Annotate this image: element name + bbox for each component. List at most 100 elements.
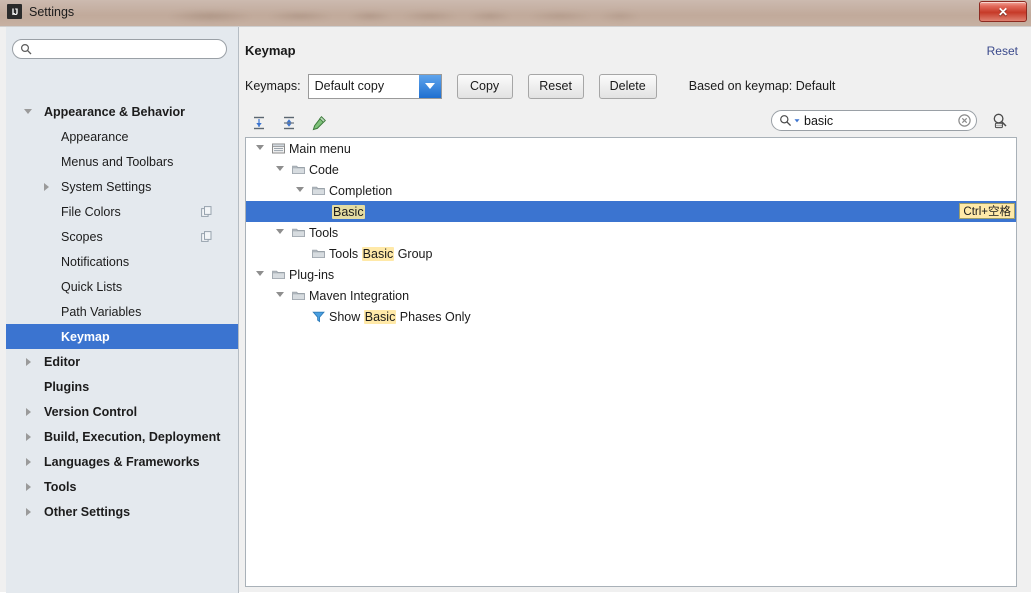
keymap-select[interactable]: Default copy: [308, 74, 442, 99]
sidebar-item-label: Languages & Frameworks: [24, 455, 200, 469]
sidebar-item-editor[interactable]: Editor: [6, 349, 238, 374]
chevron-down-icon[interactable]: [256, 145, 264, 150]
search-match-highlight: Basic: [362, 247, 395, 261]
copy-icon[interactable]: [201, 231, 212, 242]
delete-button[interactable]: Delete: [599, 74, 657, 99]
tree-row[interactable]: Code: [246, 159, 1016, 180]
sidebar-item-label: Build, Execution, Deployment: [24, 430, 220, 444]
chevron-right-icon[interactable]: [26, 508, 31, 516]
chevron-right-icon[interactable]: [26, 358, 31, 366]
chevron-right-icon[interactable]: [44, 183, 49, 191]
sidebar-item-label: Quick Lists: [24, 280, 122, 294]
sidebar-item-label: Appearance: [24, 130, 128, 144]
close-icon[interactable]: ✕: [979, 1, 1027, 22]
folder-icon: [312, 184, 325, 197]
tree-row[interactable]: Plug-ins: [246, 264, 1016, 285]
tree-row[interactable]: Tools Basic Group: [246, 243, 1016, 264]
keymap-search-input[interactable]: [771, 110, 977, 131]
search-match-highlight: Basic: [332, 205, 365, 219]
reset-button[interactable]: Reset: [528, 74, 584, 99]
search-match-highlight: Basic: [364, 310, 397, 324]
tree-row[interactable]: Maven Integration: [246, 285, 1016, 306]
sidebar-item-label: Plugins: [24, 380, 89, 394]
shortcut-badge: Ctrl+空格: [959, 203, 1015, 219]
tree-row[interactable]: Main menu: [246, 138, 1016, 159]
sidebar-item-build-execution-deployment[interactable]: Build, Execution, Deployment: [6, 424, 238, 449]
chevron-right-icon[interactable]: [26, 458, 31, 466]
sidebar-item-version-control[interactable]: Version Control: [6, 399, 238, 424]
chevron-down-icon[interactable]: [276, 229, 284, 234]
keymap-panel: Keymap Reset Keymaps: Default copy Copy …: [240, 27, 1031, 592]
sidebar-item-scopes[interactable]: Scopes: [6, 224, 238, 249]
sidebar-item-label: Notifications: [24, 255, 129, 269]
edit-shortcut-icon[interactable]: [308, 112, 330, 134]
tree-row[interactable]: Basic Ctrl+空格: [246, 201, 1016, 222]
sidebar-item-other-settings[interactable]: Other Settings: [6, 499, 238, 524]
reset-link[interactable]: Reset: [987, 44, 1018, 58]
sidebar-search-group: [12, 39, 227, 59]
sidebar-item-menus-and-toolbars[interactable]: Menus and Toolbars: [6, 149, 238, 174]
sidebar-item-label: Appearance & Behavior: [24, 105, 185, 119]
window-title-bar: IJ Settings ✕: [0, 0, 1031, 26]
chevron-right-icon[interactable]: [26, 433, 31, 441]
sidebar-item-label: Keymap: [24, 330, 110, 344]
sidebar-item-label: Editor: [24, 355, 80, 369]
sidebar-item-system-settings[interactable]: System Settings: [6, 174, 238, 199]
window-title: Settings: [29, 5, 74, 19]
keymap-tree[interactable]: Main menu Code Completion Basic Ctrl+空格 Tools…: [245, 137, 1017, 587]
find-by-shortcut-icon[interactable]: [989, 110, 1011, 132]
sidebar-item-languages-frameworks[interactable]: Languages & Frameworks: [6, 449, 238, 474]
sidebar-item-tools[interactable]: Tools: [6, 474, 238, 499]
page-title: Keymap: [245, 43, 296, 58]
tree-toolbar: [248, 112, 330, 134]
tree-row[interactable]: Tools: [246, 222, 1016, 243]
chevron-right-icon[interactable]: [26, 483, 31, 491]
chevron-right-icon[interactable]: [26, 408, 31, 416]
collapse-all-icon[interactable]: [278, 112, 300, 134]
sidebar-item-label: File Colors: [24, 205, 121, 219]
tree-row-label: Tools Basic Group: [329, 247, 432, 261]
chevron-down-icon[interactable]: [24, 109, 32, 118]
keymaps-label: Keymaps:: [245, 79, 301, 93]
tree-row-label: Code: [309, 163, 339, 177]
copy-icon[interactable]: [201, 206, 212, 217]
sidebar-tree: Appearance & Behavior Appearance Menus and…: [6, 67, 238, 593]
main-menu-icon: [272, 142, 285, 155]
clear-icon[interactable]: [958, 114, 971, 127]
tree-row[interactable]: Show Basic Phases Only: [246, 306, 1016, 327]
sidebar-item-label: Scopes: [24, 230, 103, 244]
tree-row-label: Tools: [309, 226, 338, 240]
settings-sidebar: Appearance & Behavior Appearance Menus and…: [6, 27, 239, 593]
folder-icon: [292, 226, 305, 239]
chevron-down-icon[interactable]: [276, 292, 284, 297]
chevron-down-icon[interactable]: [419, 75, 441, 98]
keymaps-toolbar: Keymaps: Default copy Copy Reset Delete …: [245, 73, 835, 99]
window-title-group: IJ Settings: [7, 4, 74, 19]
copy-button[interactable]: Copy: [457, 74, 513, 99]
sidebar-item-appearance[interactable]: Appearance: [6, 124, 238, 149]
sidebar-item-quick-lists[interactable]: Quick Lists: [6, 274, 238, 299]
sidebar-item-keymap[interactable]: Keymap: [6, 324, 238, 349]
filter-icon: [312, 310, 325, 323]
expand-all-icon[interactable]: [248, 112, 270, 134]
chevron-down-icon[interactable]: [296, 187, 304, 192]
keymap-select-value: Default copy: [315, 79, 384, 93]
chevron-down-icon[interactable]: [256, 271, 264, 276]
sidebar-item-plugins[interactable]: Plugins: [6, 374, 238, 399]
tree-row[interactable]: Completion: [246, 180, 1016, 201]
tree-row-label: Main menu: [289, 142, 351, 156]
sidebar-item-label: Version Control: [24, 405, 137, 419]
folder-icon: [312, 247, 325, 260]
sidebar-item-path-variables[interactable]: Path Variables: [6, 299, 238, 324]
sidebar-item-file-colors[interactable]: File Colors: [6, 199, 238, 224]
chevron-down-icon[interactable]: [276, 166, 284, 171]
sidebar-search-input[interactable]: [12, 39, 227, 59]
sidebar-item-label: Menus and Toolbars: [24, 155, 173, 169]
settings-dialog: Appearance & Behavior Appearance Menus and…: [0, 26, 1031, 592]
sidebar-item-notifications[interactable]: Notifications: [6, 249, 238, 274]
based-on-keymap-label: Based on keymap: Default: [689, 79, 836, 93]
sidebar-item-appearance-behavior[interactable]: Appearance & Behavior: [6, 99, 238, 124]
sidebar-item-label: Tools: [24, 480, 76, 494]
tree-row-label: Plug-ins: [289, 268, 334, 282]
folder-icon: [292, 289, 305, 302]
